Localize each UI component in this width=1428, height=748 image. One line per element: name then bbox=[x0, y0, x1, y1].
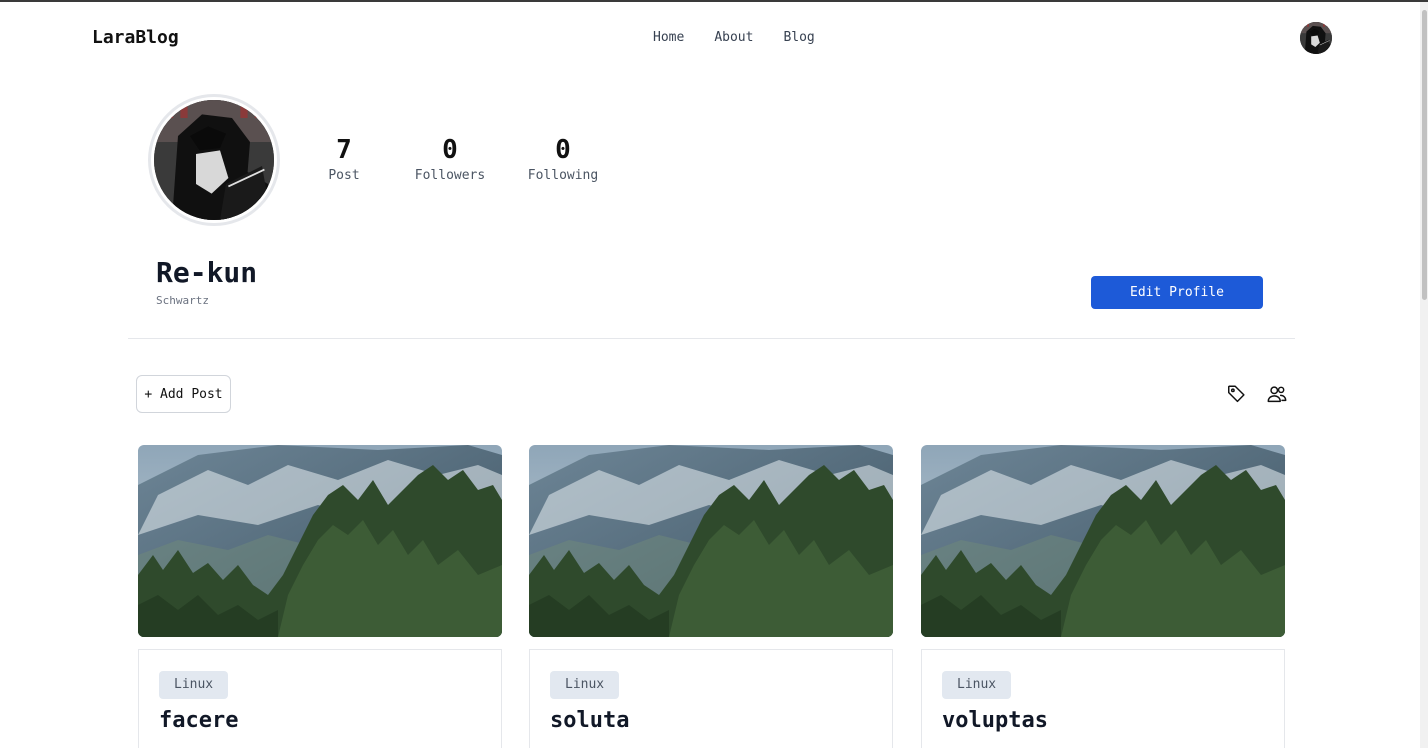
stat-posts-value: 7 bbox=[336, 135, 352, 165]
landscape-image bbox=[529, 445, 893, 637]
avatar-image bbox=[1300, 22, 1332, 54]
post-thumbnail[interactable] bbox=[138, 445, 502, 637]
post-title[interactable]: soluta bbox=[550, 708, 629, 733]
stat-posts: 7 Post bbox=[321, 134, 367, 183]
stat-followers[interactable]: 0 Followers bbox=[410, 134, 490, 183]
profile-name: Re-kun bbox=[156, 256, 258, 289]
stat-following[interactable]: 0 Following bbox=[523, 134, 603, 183]
scrollbar-thumb[interactable] bbox=[1422, 10, 1427, 300]
add-post-button[interactable]: + Add Post bbox=[136, 375, 231, 413]
post-tag[interactable]: Linux bbox=[159, 671, 229, 699]
post-title[interactable]: facere bbox=[159, 708, 238, 733]
post-title[interactable]: voluptas bbox=[942, 708, 1048, 733]
stat-followers-value: 0 bbox=[442, 135, 458, 165]
post-thumbnail[interactable] bbox=[529, 445, 893, 637]
nav-link-blog[interactable]: Blog bbox=[783, 30, 814, 45]
profile-avatar bbox=[148, 94, 280, 226]
post-thumbnail[interactable] bbox=[921, 445, 1285, 637]
post-card: Linux soluta bbox=[529, 649, 893, 748]
users-icon[interactable] bbox=[1266, 383, 1288, 405]
nav-link-about[interactable]: About bbox=[714, 30, 753, 45]
post-tag[interactable]: Linux bbox=[942, 671, 1012, 699]
brand-logo[interactable]: LaraBlog bbox=[92, 27, 179, 48]
landscape-image bbox=[921, 445, 1285, 637]
nav-links: Home About Blog bbox=[653, 30, 845, 45]
tag-icon[interactable] bbox=[1226, 383, 1248, 405]
user-avatar-menu[interactable] bbox=[1300, 22, 1332, 54]
post-card: Linux voluptas bbox=[921, 649, 1285, 748]
post-card: Linux facere bbox=[138, 649, 502, 748]
stat-posts-label: Post bbox=[328, 168, 360, 183]
profile-avatar-image bbox=[154, 100, 274, 220]
post-tag[interactable]: Linux bbox=[550, 671, 620, 699]
landscape-image bbox=[138, 445, 502, 637]
stat-following-value: 0 bbox=[555, 135, 571, 165]
navbar: LaraBlog Home About Blog bbox=[0, 2, 1420, 72]
divider bbox=[128, 338, 1295, 339]
edit-profile-button[interactable]: Edit Profile bbox=[1091, 276, 1263, 309]
profile-handle: Schwartz bbox=[156, 294, 209, 307]
scrollbar[interactable] bbox=[1420, 2, 1428, 748]
nav-link-home[interactable]: Home bbox=[653, 30, 684, 45]
stat-followers-label: Followers bbox=[414, 168, 486, 183]
stat-following-label: Following bbox=[527, 168, 599, 183]
